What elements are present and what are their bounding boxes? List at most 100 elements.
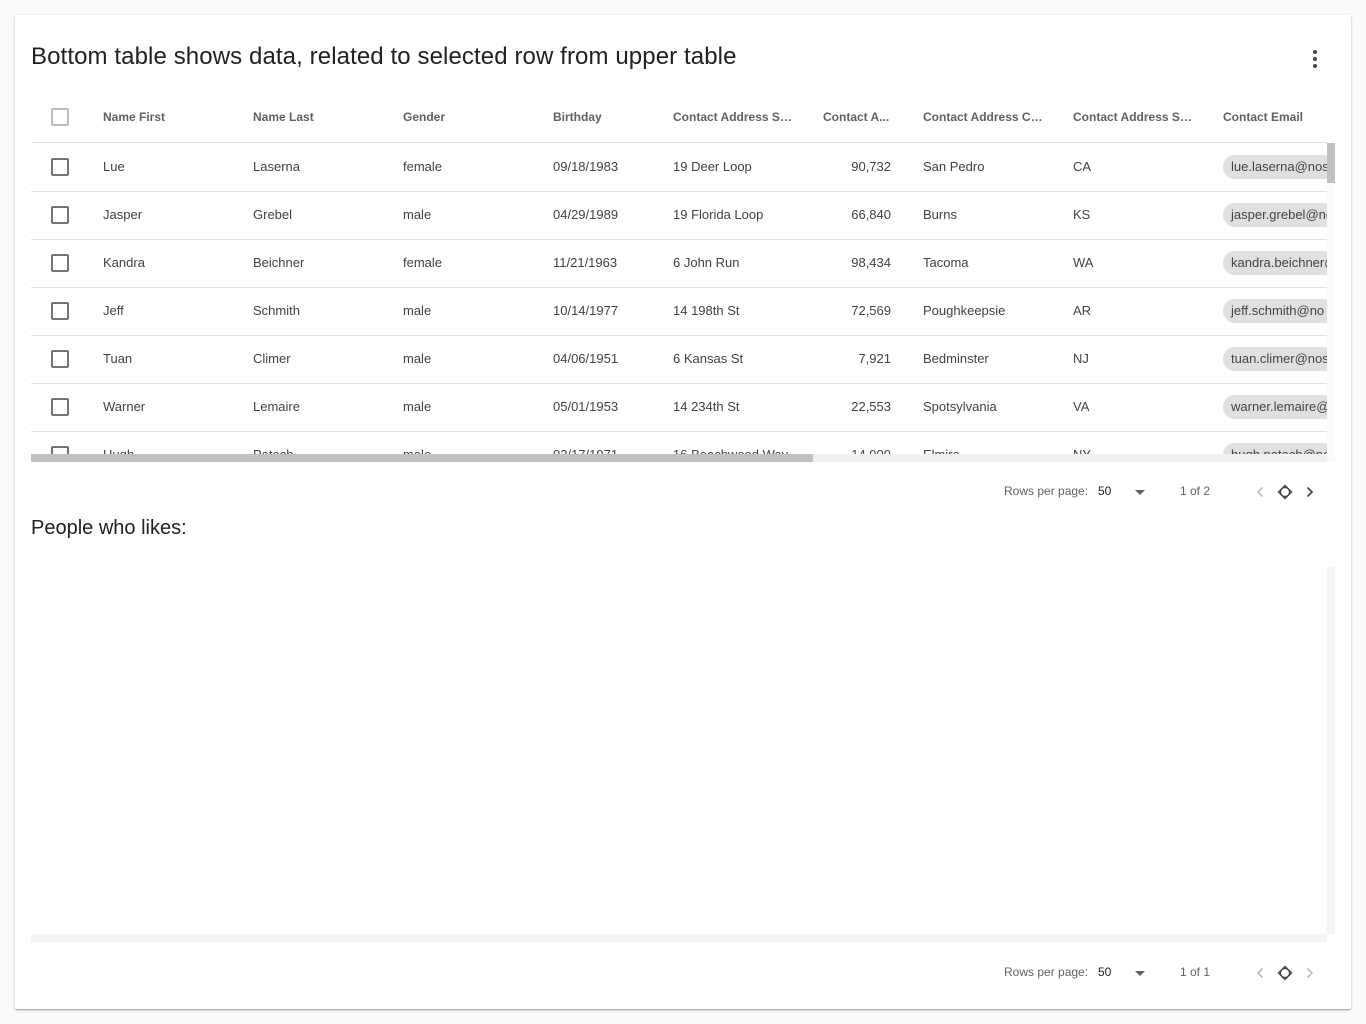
page-title: Bottom table shows data, related to sele… <box>31 43 737 70</box>
select-all-checkbox[interactable] <box>51 108 69 126</box>
rows-per-page-select[interactable]: 50 <box>1098 961 1148 985</box>
cell-address-state: VA <box>1073 399 1090 414</box>
cell-address-state: KS <box>1073 207 1091 222</box>
cell-birthday: 04/06/1951 <box>553 351 619 366</box>
table-row[interactable]: Kandra Beichner female 11/21/1963 6 John Run… <box>31 239 1327 288</box>
rows-per-page-label: Rows per page: <box>1004 484 1089 498</box>
cell-name-first: Jeff <box>103 303 124 318</box>
lower-table <box>31 567 1327 934</box>
column-header-gender[interactable]: Gender <box>403 92 543 142</box>
row-checkbox[interactable] <box>51 254 69 272</box>
cell-address-state: CA <box>1073 159 1092 174</box>
email-chip[interactable]: kandra.beichner@ <box>1223 251 1327 275</box>
rows-per-page-value: 50 <box>1098 965 1112 979</box>
row-checkbox[interactable] <box>51 158 69 176</box>
diamond-icon <box>1277 965 1293 981</box>
cell-address-state: NJ <box>1073 351 1089 366</box>
cell-gender: male <box>403 303 432 318</box>
cell-name-last: Laserna <box>253 159 300 174</box>
cell-gender: male <box>403 399 432 414</box>
main-card: Bottom table shows data, related to sele… <box>15 15 1351 1009</box>
lower-table-vertical-scrollbar[interactable] <box>1327 567 1335 934</box>
section-subtitle: People who likes: <box>31 517 187 539</box>
dropdown-arrow-icon <box>1135 490 1145 495</box>
current-page-button[interactable] <box>1273 480 1297 504</box>
cell-birthday: 04/29/1989 <box>553 207 619 222</box>
cell-address-city: Bedminster <box>923 351 989 366</box>
cell-name-last: Beichner <box>253 255 305 270</box>
email-chip[interactable]: warner.lemaire@ <box>1223 395 1327 419</box>
cell-address-zip: 66,840 <box>851 207 891 222</box>
cell-name-last: Lemaire <box>253 399 300 414</box>
previous-page-button[interactable] <box>1248 480 1272 504</box>
cell-address-zip: 90,732 <box>851 159 891 174</box>
cell-address-state: WA <box>1073 255 1094 270</box>
email-chip[interactable]: lue.laserna@nos <box>1223 155 1327 179</box>
cell-name-last: Schmith <box>253 303 300 318</box>
rows-per-page-value: 50 <box>1098 484 1112 498</box>
upper-table-horizontal-scroll-thumb[interactable] <box>31 454 813 462</box>
cell-name-first: Tuan <box>103 351 133 366</box>
cell-birthday: 11/21/1963 <box>553 255 618 270</box>
chevron-right-icon <box>1306 967 1314 979</box>
cell-gender: female <box>403 159 443 174</box>
rows-per-page-select[interactable]: 50 <box>1098 480 1148 504</box>
cell-gender: female <box>403 255 443 270</box>
rows-per-page-label: Rows per page: <box>1004 965 1089 979</box>
cell-address-street: 19 Florida Loop <box>673 207 764 222</box>
cell-address-city: Tacoma <box>923 255 969 270</box>
column-header-address-zip[interactable]: Contact A... <box>823 92 893 142</box>
cell-address-zip: 22,553 <box>851 399 891 414</box>
cell-name-first: Warner <box>103 399 146 414</box>
column-header-address-street[interactable]: Contact Address Str... <box>673 92 793 142</box>
column-header-name-first[interactable]: Name First <box>103 92 243 142</box>
cell-name-last: Climer <box>253 351 291 366</box>
table-row[interactable]: Warner Lemaire male 05/01/1953 14 234th St 22… <box>31 383 1327 432</box>
page-range: 1 of 1 <box>1180 965 1211 979</box>
lower-table-horizontal-scrollbar[interactable] <box>31 934 1327 942</box>
cell-address-zip: 7,921 <box>858 351 891 366</box>
cell-name-first: Jasper <box>103 207 143 222</box>
email-chip[interactable]: jasper.grebel@no <box>1223 203 1327 227</box>
cell-address-zip: 98,434 <box>851 255 891 270</box>
chevron-left-icon <box>1256 967 1264 979</box>
cell-address-street: 19 Deer Loop <box>673 159 752 174</box>
more-menu-button[interactable] <box>1299 43 1331 75</box>
table-row[interactable]: Jeff Schmith male 10/14/1977 14 198th St 72,5… <box>31 287 1327 336</box>
upper-table: Name First Name Last Gender Birthday Con… <box>31 92 1327 462</box>
table-header: Name First Name Last Gender Birthday Con… <box>31 92 1327 143</box>
next-page-button[interactable] <box>1298 480 1322 504</box>
cell-name-first: Kandra <box>103 255 145 270</box>
current-page-button[interactable] <box>1273 961 1297 985</box>
column-header-name-last[interactable]: Name Last <box>253 92 393 142</box>
next-page-button[interactable] <box>1298 961 1322 985</box>
upper-table-vertical-scrollbar[interactable] <box>1327 143 1335 462</box>
column-header-birthday[interactable]: Birthday <box>553 92 663 142</box>
table-row[interactable]: Tuan Climer male 04/06/1951 6 Kansas St 7,921… <box>31 335 1327 384</box>
row-checkbox[interactable] <box>51 350 69 368</box>
column-header-address-state[interactable]: Contact Address St... <box>1073 92 1193 142</box>
table-row[interactable]: Lue Laserna female 09/18/1983 19 Deer Loop 90… <box>31 143 1327 192</box>
cell-address-zip: 72,569 <box>851 303 891 318</box>
cell-address-state: AR <box>1073 303 1092 318</box>
column-header-address-city[interactable]: Contact Address Cit... <box>923 92 1043 142</box>
cell-name-last: Grebel <box>253 207 293 222</box>
cell-address-street: 6 John Run <box>673 255 740 270</box>
row-checkbox[interactable] <box>51 302 69 320</box>
upper-table-vertical-scroll-thumb[interactable] <box>1327 143 1335 183</box>
chevron-left-icon <box>1256 486 1264 498</box>
cell-address-street: 14 234th St <box>673 399 740 414</box>
table-row[interactable]: Jasper Grebel male 04/29/1989 19 Florida Loo… <box>31 191 1327 240</box>
diamond-icon <box>1277 484 1293 500</box>
chevron-right-icon <box>1306 486 1314 498</box>
email-chip[interactable]: jeff.schmith@no <box>1223 299 1327 323</box>
previous-page-button[interactable] <box>1248 961 1272 985</box>
more-vert-icon <box>1313 50 1317 68</box>
row-checkbox[interactable] <box>51 398 69 416</box>
cell-name-first: Lue <box>103 159 125 174</box>
email-chip[interactable]: tuan.climer@nos <box>1223 347 1327 371</box>
column-header-contact-email[interactable]: Contact Email <box>1223 92 1327 142</box>
row-checkbox[interactable] <box>51 206 69 224</box>
cell-birthday: 09/18/1983 <box>553 159 619 174</box>
cell-birthday: 05/01/1953 <box>553 399 619 414</box>
